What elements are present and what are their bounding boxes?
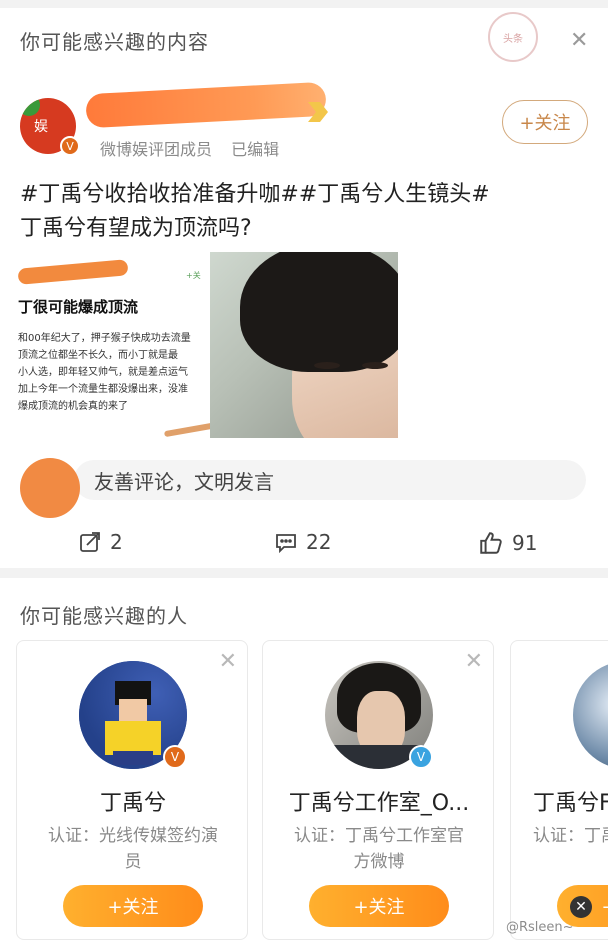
person-card[interactable]: ✕ V 丁禹兮工作室_O... 认证：丁禹兮工作室官方微博 +关注 bbox=[262, 640, 494, 940]
paragraph-line: 爆成顶流的机会真的来了 bbox=[18, 401, 128, 412]
weibo-feed-screen: 你可能感兴趣的内容 头条 ✕ 娱 V 微博娱评团成员 已编辑 +关注 #丁禹兮收… bbox=[0, 0, 608, 947]
repost-button[interactable]: 2 bbox=[78, 530, 123, 554]
member-role: 微博娱评团成员 bbox=[100, 140, 213, 159]
brush-stroke bbox=[163, 420, 210, 438]
comment-input[interactable]: 友善评论，文明发言 bbox=[74, 460, 586, 500]
avatar[interactable] bbox=[573, 661, 608, 769]
image-follow-tag: +关 bbox=[186, 271, 201, 280]
post-actions: 2 22 91 bbox=[0, 530, 608, 570]
person-name[interactable]: 丁禹兮工作室_O... bbox=[263, 785, 493, 817]
close-icon[interactable]: ✕ bbox=[570, 30, 588, 52]
post-text: 丁禹兮有望成为顶流吗? bbox=[20, 216, 252, 241]
edited-label: 已编辑 bbox=[231, 140, 280, 159]
post-author: 娱 V 微博娱评团成员 已编辑 +关注 bbox=[20, 81, 590, 168]
person-name[interactable]: 丁禹兮 bbox=[17, 785, 247, 817]
dismiss-icon[interactable]: ✕ bbox=[570, 896, 592, 918]
thumbs-up-icon bbox=[478, 530, 504, 556]
pixel-pants bbox=[113, 751, 153, 765]
follow-button[interactable]: +关注 bbox=[63, 885, 203, 927]
paragraph-line: 和00年纪大了，押子猴子快成功去流量 bbox=[18, 333, 191, 344]
image-paragraph: 和00年纪大了，押子猴子快成功去流量 顶流之位都坐不长久，而小丁就是最 小人选，… bbox=[18, 330, 210, 415]
like-count: 91 bbox=[512, 531, 538, 555]
close-icon[interactable]: ✕ bbox=[219, 649, 237, 674]
post-hashtags[interactable]: #丁禹兮收拾收拾准备升咖##丁禹兮人生镜头# bbox=[20, 176, 490, 208]
repost-icon bbox=[78, 530, 102, 554]
repost-count: 2 bbox=[110, 530, 123, 554]
person-card[interactable]: ✕ V 丁禹兮 认证：光线传媒签约演员 +关注 bbox=[16, 640, 248, 940]
redacted-username[interactable] bbox=[85, 81, 327, 129]
paragraph-line: 顶流之位都坐不长久，而小丁就是最 bbox=[18, 350, 178, 361]
avatar-text: 娱 bbox=[34, 119, 48, 135]
close-icon[interactable]: ✕ bbox=[465, 649, 483, 674]
recommended-people-card: 你可能感兴趣的人 ✕ V 丁禹兮 认证：光线传媒签约演员 +关注 ✕ V 丁禹兮… bbox=[0, 578, 608, 947]
follow-button[interactable]: +关注 bbox=[502, 100, 588, 144]
portrait-eye bbox=[362, 362, 388, 369]
paragraph-line: 加上今年一个流量生都没爆出来，没准 bbox=[18, 384, 188, 395]
verified-badge-icon: V bbox=[60, 136, 80, 156]
image-headline: 丁很可能爆成顶流 bbox=[18, 298, 139, 316]
post-image-article[interactable]: +关 丁很可能爆成顶流 和00年纪大了，押子猴子快成功去流量 顶流之位都坐不长久… bbox=[14, 246, 210, 440]
recommended-content-card: 你可能感兴趣的内容 头条 ✕ 娱 V 微博娱评团成员 已编辑 +关注 #丁禹兮收… bbox=[0, 8, 608, 568]
portrait-hair bbox=[240, 252, 398, 372]
paragraph-line: 小人选，即年轻又帅气，就是差点运气 bbox=[18, 367, 188, 378]
commenter-avatar bbox=[20, 458, 80, 518]
comment-icon bbox=[274, 530, 298, 554]
post-image-portrait[interactable] bbox=[210, 252, 398, 438]
verified-badge-icon: V bbox=[163, 745, 187, 769]
person-card[interactable]: 丁禹兮F 认证：丁禹兮后 +关注 bbox=[510, 640, 608, 940]
pixel-face bbox=[119, 699, 147, 721]
redaction-scribble bbox=[17, 259, 129, 285]
portrait-eye bbox=[314, 362, 340, 369]
comment-button[interactable]: 22 bbox=[274, 530, 331, 554]
person-verification: 认证：丁禹兮后 bbox=[533, 826, 608, 846]
person-verification: 认证：丁禹兮工作室官方微博 bbox=[294, 826, 464, 872]
person-name[interactable]: 丁禹兮F bbox=[533, 785, 608, 817]
section-title-content: 你可能感兴趣的内容 bbox=[20, 30, 209, 54]
watermark: @Rsleen~ bbox=[506, 920, 574, 935]
section-title-people: 你可能感兴趣的人 bbox=[20, 604, 188, 628]
comment-count: 22 bbox=[306, 530, 332, 554]
pixel-shirt bbox=[105, 721, 161, 755]
leaf-decoration bbox=[20, 98, 40, 116]
comment-bar: 友善评论，文明发言 bbox=[20, 454, 586, 518]
follow-button[interactable]: +关注 bbox=[309, 885, 449, 927]
verified-badge-icon: V bbox=[409, 745, 433, 769]
author-meta: 微博娱评团成员 已编辑 bbox=[100, 136, 279, 160]
person-verification: 认证：光线传媒签约演员 bbox=[48, 826, 218, 872]
like-button[interactable]: 91 bbox=[478, 530, 537, 556]
stamp-logo: 头条 bbox=[488, 12, 538, 62]
